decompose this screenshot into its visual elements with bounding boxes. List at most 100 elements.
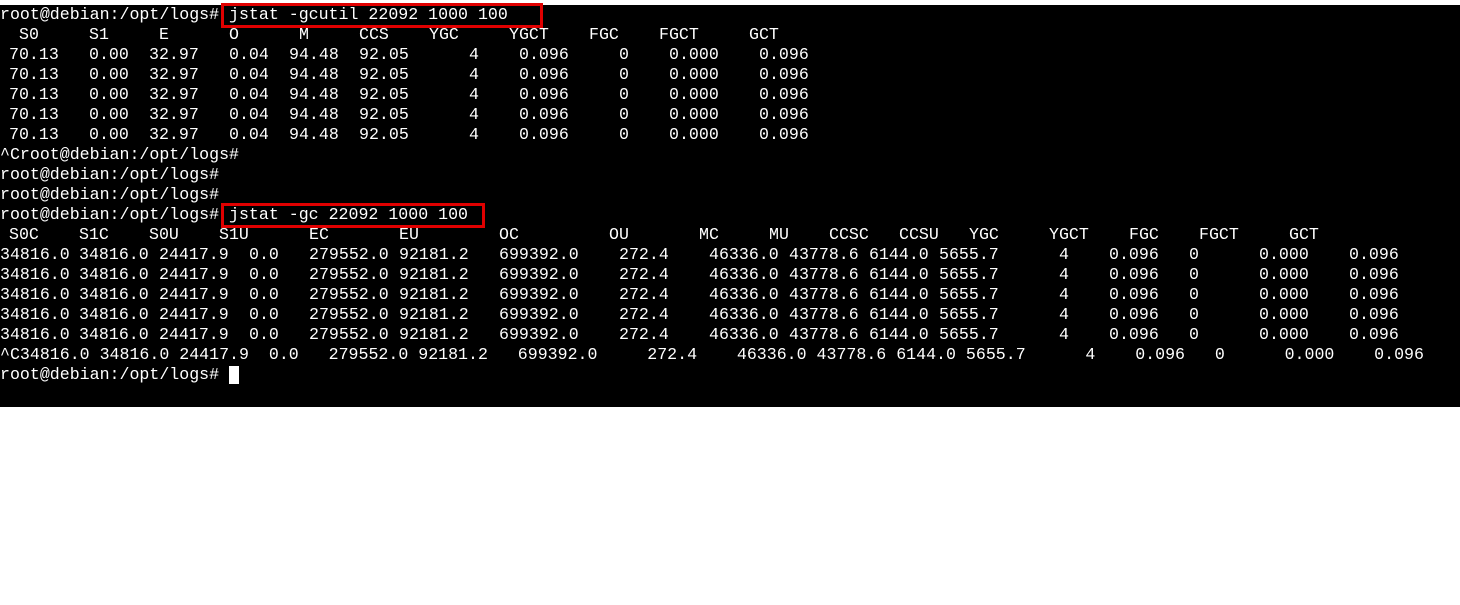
table-cell: 4 xyxy=(1059,245,1069,264)
table-cell: 0.000 xyxy=(1259,325,1309,344)
table-cell: 0 xyxy=(1189,265,1199,284)
table-cell: 272.4 xyxy=(619,265,669,284)
table-cell: 5655.7 xyxy=(939,285,999,304)
table-cell: 0.04 xyxy=(229,45,269,64)
table-cell: 46336.0 xyxy=(709,305,779,324)
column-header: GCT xyxy=(749,25,779,44)
table-cell: 279552.0 xyxy=(309,325,389,344)
table-cell: 43778.6 xyxy=(789,285,859,304)
column-header: O xyxy=(229,25,239,44)
table-cell: 0.096 xyxy=(1349,265,1399,284)
table-cell: 279552.0 xyxy=(309,245,389,264)
column-header: CCSC xyxy=(829,225,869,244)
column-header: GCT xyxy=(1289,225,1319,244)
table-cell: 34816.0 xyxy=(79,305,149,324)
table-cell: 92.05 xyxy=(359,85,409,104)
table-cell: 0.000 xyxy=(669,65,719,84)
table-cell: 272.4 xyxy=(619,285,669,304)
column-header: S0U xyxy=(149,225,179,244)
table-cell: 0.00 xyxy=(89,65,129,84)
interrupted-row-text: ^C34816.0 34816.0 24417.9 0.0 279552.0 9… xyxy=(0,345,1424,364)
shell-prompt: root@debian:/opt/logs# xyxy=(0,165,220,184)
table-cell: 0.096 xyxy=(1109,265,1159,284)
table-cell: 43778.6 xyxy=(789,325,859,344)
table-cell: 34816.0 xyxy=(0,245,70,264)
table-cell: 34816.0 xyxy=(0,325,70,344)
column-header: CCS xyxy=(359,25,389,44)
column-header: YGC xyxy=(429,25,459,44)
table-cell: 6144.0 xyxy=(869,325,929,344)
table-cell: 6144.0 xyxy=(869,265,929,284)
table-cell: 0.000 xyxy=(669,125,719,144)
column-header: EU xyxy=(399,225,419,244)
table-cell: 0 xyxy=(1189,305,1199,324)
table-cell: 279552.0 xyxy=(309,285,389,304)
table-cell: 0.00 xyxy=(89,105,129,124)
table-cell: 32.97 xyxy=(149,105,199,124)
table-cell: 92181.2 xyxy=(399,245,469,264)
table-cell: 4 xyxy=(469,65,479,84)
prompt-line: root@debian:/opt/logs# xyxy=(0,165,219,185)
interrupted-output-row: ^C34816.0 34816.0 24417.9 0.0 279552.0 9… xyxy=(0,345,1424,365)
column-header: FGCT xyxy=(659,25,699,44)
column-header: EC xyxy=(309,225,329,244)
table-cell: 24417.9 xyxy=(159,265,229,284)
command-line-gc: root@debian:/opt/logs# jstat -gc 22092 1… xyxy=(0,205,468,225)
column-header: M xyxy=(299,25,309,44)
table-cell: 5655.7 xyxy=(939,265,999,284)
table-cell: 4 xyxy=(1059,305,1069,324)
column-header: S0C xyxy=(9,225,39,244)
table-cell: 4 xyxy=(469,105,479,124)
table-cell: 6144.0 xyxy=(869,305,929,324)
table-cell: 4 xyxy=(469,45,479,64)
shell-prompt: root@debian:/opt/logs# xyxy=(0,205,220,224)
table-cell: 5655.7 xyxy=(939,325,999,344)
table-cell: 272.4 xyxy=(619,305,669,324)
table-cell: 0.096 xyxy=(519,85,569,104)
table-cell: 5655.7 xyxy=(939,245,999,264)
table-cell: 92181.2 xyxy=(399,265,469,284)
table-cell: 0 xyxy=(619,65,629,84)
table-cell: 0.000 xyxy=(669,105,719,124)
table-cell: 0.096 xyxy=(519,45,569,64)
table-cell: 32.97 xyxy=(149,65,199,84)
table-cell: 0.04 xyxy=(229,105,269,124)
table-cell: 0.000 xyxy=(1259,305,1309,324)
table-cell: 0.00 xyxy=(89,45,129,64)
table-cell: 0.0 xyxy=(249,325,279,344)
column-header: S1U xyxy=(219,225,249,244)
table-cell: 699392.0 xyxy=(499,305,579,324)
table-cell: 70.13 xyxy=(9,105,59,124)
table-cell: 0 xyxy=(619,85,629,104)
table-cell: 0.0 xyxy=(249,285,279,304)
table-cell: 0.096 xyxy=(759,45,809,64)
table-cell: 0.096 xyxy=(1349,325,1399,344)
table-cell: 92.05 xyxy=(359,45,409,64)
gcutil-header-row: S0 S1 E O M CCS YGC YGCT FGC FGCT GCT xyxy=(0,25,779,45)
table-cell: 24417.9 xyxy=(159,325,229,344)
table-cell: 70.13 xyxy=(9,45,59,64)
command-text: jstat -gcutil 22092 1000 100 xyxy=(229,5,508,24)
active-prompt-line[interactable]: root@debian:/opt/logs# xyxy=(0,365,239,385)
table-cell: 0.04 xyxy=(229,65,269,84)
table-cell: 4 xyxy=(1059,325,1069,344)
column-header: S1C xyxy=(79,225,109,244)
text-cursor xyxy=(229,366,239,384)
table-cell: 46336.0 xyxy=(709,245,779,264)
table-cell: 0.096 xyxy=(1109,305,1159,324)
table-cell: 70.13 xyxy=(9,125,59,144)
table-cell: 43778.6 xyxy=(789,245,859,264)
column-header: YGC xyxy=(969,225,999,244)
column-header: OC xyxy=(499,225,519,244)
table-cell: 94.48 xyxy=(289,45,339,64)
table-cell: 0 xyxy=(1189,325,1199,344)
shell-prompt: root@debian:/opt/logs# xyxy=(0,365,220,384)
table-cell: 70.13 xyxy=(9,65,59,84)
table-cell: 0.000 xyxy=(669,45,719,64)
terminal-window[interactable]: root@debian:/opt/logs# jstat -gcutil 220… xyxy=(0,3,1460,407)
interrupt-prompt-line: ^Croot@debian:/opt/logs# xyxy=(0,145,239,165)
table-cell: 92.05 xyxy=(359,65,409,84)
column-header: S0 xyxy=(19,25,39,44)
column-header: CCSU xyxy=(899,225,939,244)
table-cell: 34816.0 xyxy=(79,285,149,304)
